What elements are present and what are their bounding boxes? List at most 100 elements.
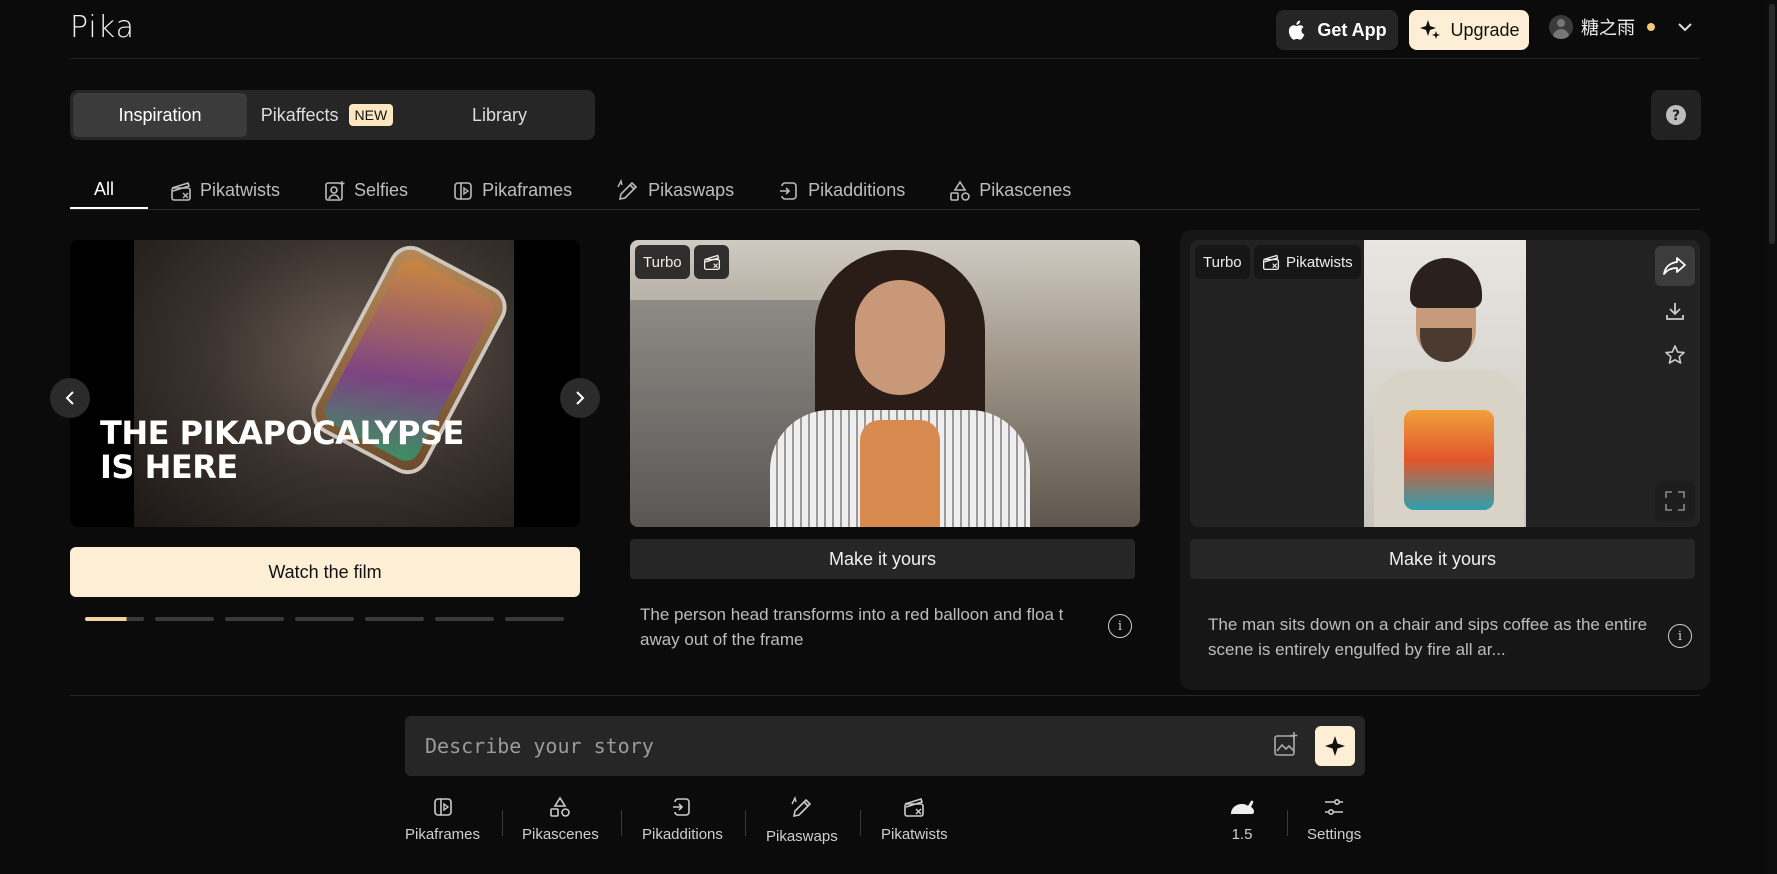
- make-it-yours-button[interactable]: Make it yours: [630, 539, 1135, 579]
- carousel-dot[interactable]: [225, 617, 284, 621]
- subject-hair: [1410, 258, 1482, 308]
- filter-tab-pikatwists[interactable]: Pikatwists: [148, 172, 302, 209]
- favorite-button[interactable]: [1655, 335, 1695, 375]
- make-it-yours-button[interactable]: Make it yours: [1190, 539, 1695, 579]
- video-card[interactable]: [1190, 240, 1700, 527]
- subject-beard: [1420, 328, 1472, 362]
- filter-tab-pikaframes[interactable]: Pikaframes: [430, 172, 594, 209]
- page-scrollbar[interactable]: [1767, 0, 1777, 874]
- share-arrow-icon: [1663, 257, 1686, 275]
- carousel-dot[interactable]: [85, 617, 144, 621]
- filter-tab-pikascenes[interactable]: Pikascenes: [927, 172, 1093, 209]
- story-prompt-input[interactable]: [425, 716, 1245, 776]
- pika-logo[interactable]: Pika: [70, 10, 135, 45]
- filter-tab-all[interactable]: All: [70, 172, 149, 209]
- tool-pikatwists[interactable]: Pikatwists: [881, 796, 948, 843]
- user-menu[interactable]: 糖之雨: [1549, 14, 1693, 40]
- fullscreen-button[interactable]: [1655, 481, 1695, 521]
- tab-library-label: Library: [471, 104, 528, 125]
- tool-label: Pikaswaps: [766, 828, 838, 845]
- card-description: The man sits down on a chair and sips co…: [1208, 615, 1648, 659]
- carousel-dots: [85, 617, 564, 621]
- avatar: [1549, 15, 1573, 39]
- tool-divider: [1287, 810, 1288, 836]
- hero-title: THE PIKAPOCALYPSE IS HERE: [100, 416, 464, 484]
- filter-tab-pikaswaps[interactable]: Pikaswaps: [594, 172, 756, 209]
- tool-pikadditions[interactable]: Pikadditions: [642, 796, 723, 843]
- image-upload-icon[interactable]: [1273, 731, 1299, 757]
- download-icon: [1666, 303, 1684, 320]
- filter-tab-label: Selfies: [354, 180, 409, 200]
- carousel-dot[interactable]: [505, 617, 564, 621]
- scrollbar-thumb[interactable]: [1769, 4, 1775, 244]
- tool-bar: Pikaframes Pikascenes Pikadditions Pikas…: [0, 796, 1777, 856]
- status-dot: [1647, 23, 1655, 31]
- filter-tab-label: Pikatwists: [200, 180, 281, 200]
- tool-label: Pikascenes: [522, 826, 599, 843]
- clapper-icon: [1262, 254, 1280, 271]
- star-icon: [1665, 345, 1685, 364]
- carousel-next-button[interactable]: [560, 378, 600, 418]
- filter-tab-label: Pikascenes: [979, 180, 1072, 200]
- tab-pikaffects[interactable]: Pikaffects NEW: [247, 93, 407, 137]
- pikatwists-badge-label: Pikatwists: [1286, 253, 1353, 271]
- pikatwists-badge: Pikatwists: [1254, 245, 1361, 279]
- shapes-icon: [550, 796, 571, 817]
- chevron-down-icon: [1678, 23, 1692, 32]
- addition-icon: [780, 181, 797, 200]
- new-badge: NEW: [348, 104, 394, 126]
- tab-pikaffects-label: Pikaffects: [260, 104, 339, 125]
- share-button[interactable]: [1655, 246, 1695, 286]
- shapes-icon: [950, 179, 971, 201]
- tab-inspiration-label: Inspiration: [118, 104, 202, 125]
- rabbit-icon: [1231, 800, 1254, 814]
- tool-pikaframes[interactable]: Pikaframes: [405, 796, 480, 843]
- filter-tab-pikadditions[interactable]: Pikadditions: [756, 172, 927, 209]
- section-switcher: Inspiration Pikaffects NEW Library: [70, 90, 595, 140]
- hero-video[interactable]: THE PIKAPOCALYPSE IS HERE: [70, 240, 580, 527]
- filter-tab-label: Pikadditions: [808, 180, 906, 200]
- carousel-dot[interactable]: [365, 617, 424, 621]
- download-button[interactable]: [1655, 291, 1695, 331]
- watch-film-button[interactable]: Watch the film: [70, 547, 580, 597]
- model-version-label: 1.5: [1231, 826, 1253, 843]
- settings-label: Settings: [1307, 826, 1362, 843]
- subject-face: [855, 280, 945, 395]
- subject-top: [860, 420, 940, 527]
- header-divider: [70, 58, 1700, 59]
- turbo-badge-label: Turbo: [1203, 253, 1242, 271]
- carousel-dot[interactable]: [435, 617, 494, 621]
- carousel-dot[interactable]: [295, 617, 354, 621]
- carousel-prev-button[interactable]: [50, 378, 90, 418]
- upgrade-button[interactable]: Upgrade: [1409, 10, 1529, 50]
- clapper-icon: [171, 181, 191, 201]
- tool-divider: [502, 810, 503, 836]
- tool-divider: [745, 810, 746, 836]
- help-button[interactable]: ?: [1651, 90, 1701, 140]
- carousel-dot[interactable]: [155, 617, 214, 621]
- filter-tab-selfies[interactable]: Selfies: [302, 172, 430, 209]
- generate-button[interactable]: [1315, 726, 1355, 766]
- tool-pikascenes[interactable]: Pikascenes: [522, 796, 599, 843]
- swap-brush-icon: [617, 178, 638, 200]
- expand-icon: [1665, 491, 1685, 511]
- frames-icon: [454, 181, 472, 200]
- tab-inspiration[interactable]: Inspiration: [73, 93, 247, 137]
- chevron-left-icon: [65, 391, 74, 405]
- hero-title-line1: THE PIKAPOCALYPSE: [100, 414, 464, 452]
- model-version-button[interactable]: 1.5: [1228, 796, 1256, 843]
- get-app-button[interactable]: Get App: [1276, 10, 1398, 50]
- frames-icon: [433, 798, 452, 816]
- swap-brush-icon: [791, 796, 811, 818]
- tool-divider: [621, 810, 622, 836]
- tool-pikaswaps[interactable]: Pikaswaps: [766, 796, 838, 845]
- info-icon[interactable]: i: [1108, 614, 1132, 638]
- tab-library[interactable]: Library: [407, 93, 592, 137]
- prompt-bar: [405, 716, 1365, 776]
- sparkle-icon: [1325, 736, 1345, 756]
- shirt-print: [1404, 410, 1494, 510]
- info-icon[interactable]: i: [1668, 624, 1692, 648]
- filter-tab-label: Pikaframes: [482, 180, 573, 200]
- settings-button[interactable]: Settings: [1307, 796, 1361, 843]
- video-card[interactable]: [630, 240, 1140, 527]
